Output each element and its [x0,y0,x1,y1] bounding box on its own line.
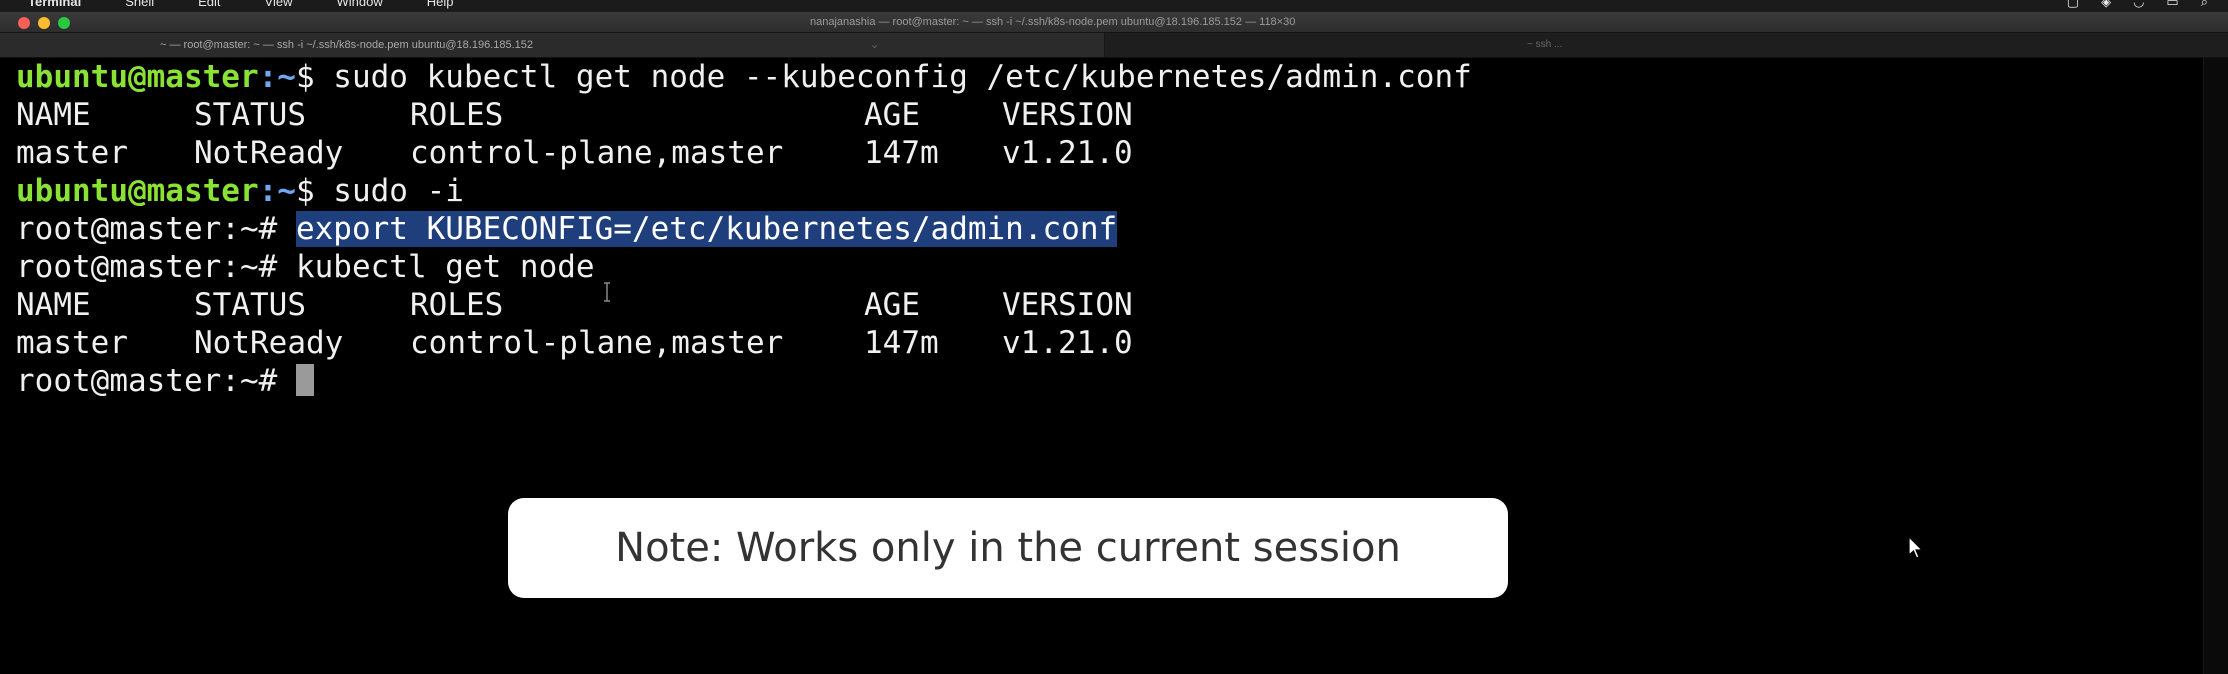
column-age: AGE [864,97,920,133]
cell-version: v1.21.0 [1002,135,1133,171]
status-icon[interactable]: ▢ [2067,0,2079,10]
cell-name: master [16,135,128,171]
prompt-symbol: $ [295,173,334,209]
tab-ssh-second[interactable]: ~ ssh ... ⌄ [1105,33,2228,57]
status-icon[interactable]: ◈ [2101,0,2111,10]
close-traffic-light-icon[interactable] [18,17,30,29]
prompt-user-host: ubuntu@master [16,173,259,209]
menu-window[interactable]: Window [337,0,383,9]
tab-label: ~ — root@master: ~ — ssh -i ~/.ssh/k8s-n… [160,39,534,51]
terminal-line: root@master:~# [16,362,314,400]
column-age: AGE [864,287,920,323]
column-version: VERSION [1002,287,1133,323]
macos-menu-bar: Terminal Shell Edit View Window Help ▢ ◈… [0,0,2228,12]
command-text: kubectl get node [295,249,595,285]
screen: Terminal Shell Edit View Window Help ▢ ◈… [0,0,2228,674]
tab-label: ~ ssh ... [1527,39,1563,50]
prompt-symbol: $ [295,59,334,95]
column-roles: ROLES [410,287,504,323]
selected-command-text[interactable]: export KUBECONFIG=/etc/kubernetes/admin.… [295,211,1118,247]
tab-ssh-session[interactable]: ~ — root@master: ~ — ssh -i ~/.ssh/k8s-n… [0,33,1105,57]
command-text: sudo -i [333,173,464,209]
menu-app-name[interactable]: Terminal [28,0,81,9]
root-prompt: root@master:~# [16,249,296,285]
tab-options-icon[interactable]: ⌄ [870,38,879,51]
table-header-row: NAME STATUS ROLES AGE VERSION [16,286,1216,324]
cell-status: NotReady [194,135,344,171]
note-callout: Note: Works only in the current session [508,498,1508,598]
menu-help[interactable]: Help [427,0,454,9]
note-text: Note: Works only in the current session [615,525,1401,571]
cell-age: 147m [864,135,939,171]
column-status: STATUS [194,97,306,133]
table-row: master NotReady control-plane,master 147… [16,324,1216,362]
terminal-line: root@master:~# export KUBECONFIG=/etc/ku… [16,210,1118,248]
command-text: sudo kubectl get node --kubeconfig /etc/… [333,59,1472,95]
minimize-traffic-light-icon[interactable] [38,17,50,29]
maximize-traffic-light-icon[interactable] [58,17,70,29]
cell-age: 147m [864,325,939,361]
prompt-user-host: ubuntu@master [16,59,259,95]
column-name: NAME [16,287,91,323]
search-icon[interactable]: ⌕ [2201,0,2208,10]
terminal-line: ubuntu@master:~$ sudo -i [16,172,464,210]
menu-bar-status-icons: ▢ ◈ ◡ ▭ ⌕ [2067,0,2208,10]
battery-icon[interactable]: ▭ [2166,0,2178,10]
column-version: VERSION [1002,97,1133,133]
table-row: master NotReady control-plane,master 147… [16,134,1216,172]
column-name: NAME [16,97,91,133]
wifi-icon[interactable]: ◡ [2133,0,2144,10]
window-title: nanajanashia — root@master: ~ — ssh -i ~… [810,16,1296,28]
tab-bar: ~ — root@master: ~ — ssh -i ~/.ssh/k8s-n… [0,33,2228,58]
scrollbar[interactable] [2203,58,2228,674]
menu-edit[interactable]: Edit [198,0,220,9]
cell-version: v1.21.0 [1002,325,1133,361]
cell-roles: control-plane,master [410,325,784,361]
terminal-cursor [295,364,314,396]
text-cursor-icon [604,282,610,302]
cell-name: master [16,325,128,361]
column-roles: ROLES [410,97,504,133]
root-prompt: root@master:~# [16,211,296,247]
menu-view[interactable]: View [265,0,293,9]
mouse-pointer-icon [1908,536,1924,559]
root-prompt: root@master:~# [16,363,296,399]
menu-shell[interactable]: Shell [125,0,154,9]
terminal-line: ubuntu@master:~$ sudo kubectl get node -… [16,58,1472,96]
column-status: STATUS [194,287,306,323]
window-title-bar: nanajanashia — root@master: ~ — ssh -i ~… [0,12,2228,33]
terminal-line: root@master:~# kubectl get node [16,248,595,286]
cell-roles: control-plane,master [410,135,784,171]
prompt-path: :~ [258,173,296,209]
prompt-path: :~ [258,59,296,95]
cell-status: NotReady [194,325,344,361]
table-header-row: NAME STATUS ROLES AGE VERSION [16,96,1216,134]
